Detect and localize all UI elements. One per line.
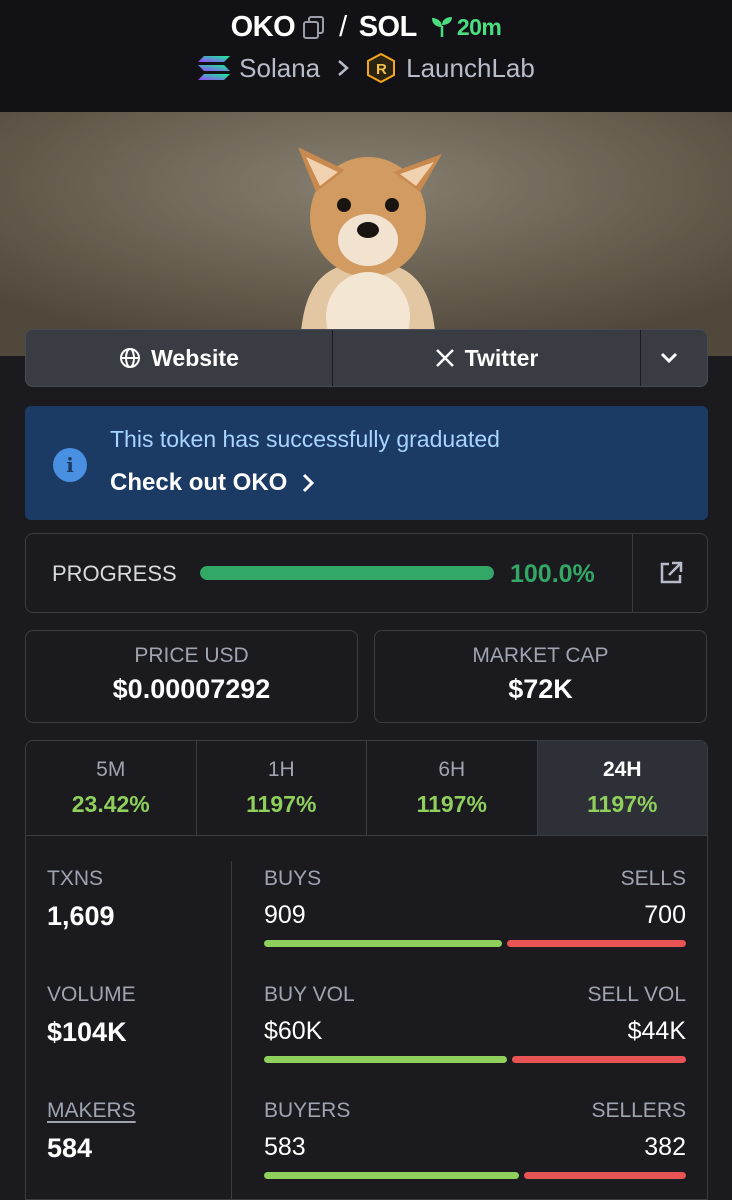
market-cap-label: MARKET CAP	[472, 644, 609, 667]
chevron-right-icon	[303, 473, 315, 493]
timeframe-tabs: 5M 23.42% 1H 1197% 6H 1197% 24H 1197%	[26, 741, 707, 836]
pair-age: 20m	[431, 14, 502, 41]
volume-stat: VOLUME $104K	[47, 983, 136, 1048]
chevron-down-icon	[660, 352, 678, 364]
check-out-link[interactable]: Check out OKO	[110, 469, 315, 497]
check-out-label: Check out OKO	[110, 469, 288, 496]
breadcrumb: Solana R LaunchLab	[0, 50, 732, 86]
buy-vol-bar-segment	[264, 1056, 508, 1063]
twitter-button[interactable]: Twitter	[333, 330, 641, 386]
buys-label: BUYS	[264, 867, 322, 890]
sell-vol-label: SELL VOL	[587, 983, 686, 1006]
market-cap-value: $72K	[508, 674, 573, 704]
timeframe-stats-panel: 5M 23.42% 1H 1197% 6H 1197% 24H 1197% TX…	[25, 740, 708, 1200]
sellers-value: 382	[644, 1133, 686, 1161]
launchlab-icon: R	[367, 53, 396, 83]
buy-vol-label: BUY VOL	[264, 983, 355, 1006]
token-symbol: OKO	[230, 10, 296, 43]
age-text: 20m	[456, 13, 502, 40]
tab-6h[interactable]: 6H 1197%	[367, 741, 538, 835]
twitter-label: Twitter	[464, 344, 539, 371]
buyers-bar-segment	[264, 1172, 519, 1179]
progress-track	[200, 566, 494, 580]
copy-icon[interactable]	[303, 15, 325, 39]
txns-value: 1,609	[47, 901, 115, 931]
info-icon: i	[53, 448, 87, 482]
external-link-button[interactable]	[632, 534, 708, 612]
price-usd-card: PRICE USD $0.00007292	[25, 630, 358, 723]
buyers-sellers-bar	[264, 1172, 686, 1179]
tab-change: 1197%	[416, 791, 487, 817]
external-link-icon	[660, 561, 682, 584]
sells-value: 700	[644, 901, 686, 929]
makers-label[interactable]: MAKERS	[47, 1099, 136, 1123]
buyers-label: BUYERS	[264, 1099, 351, 1122]
buys-sells-bar	[264, 940, 686, 947]
solana-icon	[198, 56, 231, 80]
tab-24h[interactable]: 24H 1197%	[537, 741, 707, 835]
price-value: $0.00007292	[112, 674, 271, 704]
website-label: Website	[151, 344, 239, 371]
metrics-divider	[231, 861, 232, 1199]
sell-vol-bar-segment	[512, 1056, 686, 1063]
sells-label: SELLS	[620, 867, 686, 890]
buy-vol-value: $60K	[264, 1017, 323, 1045]
graduation-notice[interactable]: i This token has successfully graduated …	[25, 406, 708, 520]
progress-percent: 100.0%	[510, 560, 595, 588]
buyers-value: 583	[264, 1133, 306, 1161]
buys-value: 909	[264, 901, 306, 929]
more-links-button[interactable]	[641, 330, 707, 386]
tab-change: 1197%	[246, 791, 317, 817]
x-icon	[435, 349, 454, 367]
buy-sell-volume-bar	[264, 1056, 686, 1063]
volume-label: VOLUME	[47, 983, 136, 1006]
sellers-label: SELLERS	[591, 1099, 686, 1122]
tab-5m[interactable]: 5M 23.42%	[26, 741, 197, 835]
token-header: OKO / SOL 20m Solana R LaunchLab	[0, 0, 732, 112]
tab-label: 5M	[96, 758, 126, 781]
market-cap-card: MARKET CAP $72K	[374, 630, 707, 723]
buys-bar-segment	[264, 940, 503, 947]
pair-separator: /	[339, 10, 347, 43]
buys-sells-stat: BUYS SELLS 909 700	[264, 867, 686, 947]
website-button[interactable]: Website	[26, 330, 333, 386]
txns-stat: TXNS 1,609	[47, 867, 115, 932]
pair-title: OKO / SOL 20m	[0, 8, 732, 46]
tab-label: 24H	[602, 758, 642, 781]
sell-vol-value: $44K	[627, 1017, 686, 1045]
svg-text:R: R	[376, 61, 387, 78]
globe-icon	[120, 348, 141, 368]
bonding-progress: PROGRESS 100.0%	[25, 533, 708, 613]
tab-change: 1197%	[587, 791, 658, 817]
chain-link[interactable]: Solana	[239, 53, 320, 84]
metrics-grid: TXNS 1,609 VOLUME $104K MAKERS 584 BUYS …	[26, 837, 707, 1199]
price-label: PRICE USD	[134, 644, 249, 667]
chevron-right-icon	[336, 53, 350, 84]
sellers-bar-segment	[523, 1172, 686, 1179]
makers-stat: MAKERS 584	[47, 1099, 136, 1164]
platform-link[interactable]: LaunchLab	[406, 53, 535, 84]
social-links-bar: Website Twitter	[25, 329, 708, 387]
tab-1h[interactable]: 1H 1197%	[197, 741, 367, 835]
buyers-sellers-stat: BUYERS SELLERS 583 382	[264, 1099, 686, 1179]
tab-label: 6H	[438, 758, 466, 781]
makers-value: 584	[47, 1133, 93, 1163]
txns-label: TXNS	[47, 867, 104, 890]
progress-label: PROGRESS	[52, 561, 177, 586]
seedling-icon	[431, 17, 452, 37]
volume-value: $104K	[47, 1017, 127, 1047]
progress-fill	[200, 566, 494, 580]
tab-change: 23.42%	[71, 791, 150, 817]
sells-bar-segment	[507, 940, 686, 947]
quote-symbol: SOL	[358, 10, 418, 43]
notice-message: This token has successfully graduated	[110, 426, 500, 452]
token-banner-image	[0, 112, 732, 356]
tab-label: 1H	[267, 758, 295, 781]
buy-sell-volume-stat: BUY VOL SELL VOL $60K $44K	[264, 983, 686, 1063]
